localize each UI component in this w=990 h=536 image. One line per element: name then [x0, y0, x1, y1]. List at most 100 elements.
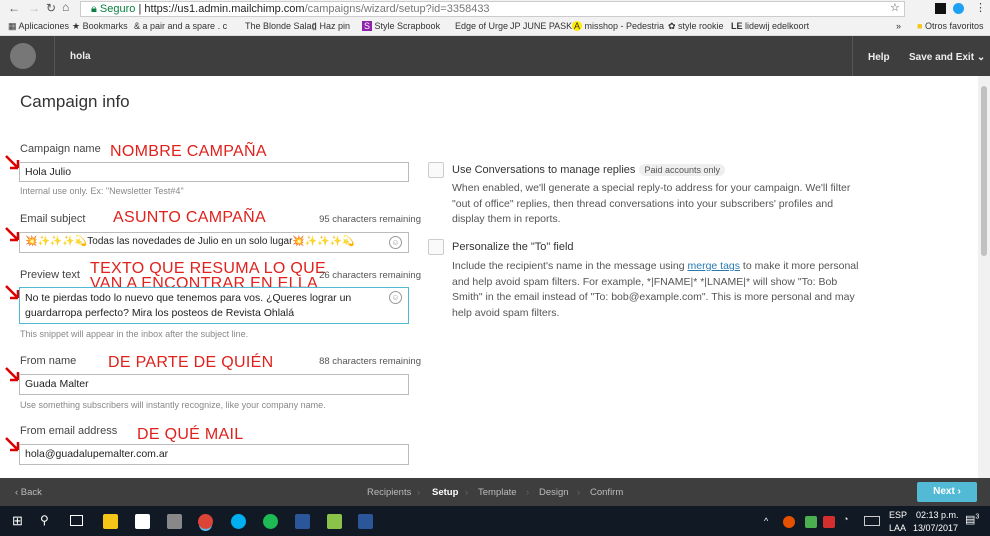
calculator-icon[interactable]: [167, 514, 182, 529]
skype-icon[interactable]: [231, 514, 246, 529]
bookmark-label: Otros favoritos: [924, 21, 984, 31]
next-button[interactable]: Next ›: [917, 482, 977, 502]
bookmark-label: Haz pin: [319, 21, 350, 31]
bookmark[interactable]: JP JUNE PASKI: [510, 21, 575, 31]
step-design[interactable]: Design: [539, 487, 569, 498]
bookmark-label: lidewij edelkoort: [745, 21, 810, 31]
bookmark-label: Bookmarks: [82, 21, 128, 31]
windows-taskbar: ⊞ ⚲ ^ ◔ ESP LAA 02:13 p.m. 13/07/2017 ▤3: [0, 506, 990, 536]
help-link[interactable]: Help: [868, 52, 890, 63]
step-recipients[interactable]: Recipients: [367, 487, 411, 498]
step-confirm[interactable]: Confirm: [590, 487, 623, 498]
annotation-subject: ASUNTO CAMPAÑA: [113, 209, 266, 226]
bookmark[interactable]: S Style Scrapbook: [362, 21, 440, 31]
back-button[interactable]: ‹ Back: [15, 487, 42, 498]
file-explorer-icon[interactable]: [103, 514, 118, 529]
antivirus-icon[interactable]: [823, 516, 835, 528]
bookmark[interactable]: LE lidewij edelkoort: [731, 21, 809, 31]
preview-text-label: Preview text: [20, 269, 80, 281]
lock-icon: 🔒︎: [91, 3, 100, 15]
address-bar[interactable]: 🔒︎ Seguro | https://us1.admin.mailchimp.…: [80, 1, 905, 17]
preview-remaining: 26 characters remaining: [319, 270, 421, 281]
personalize-description: Include the recipient's name in the mess…: [452, 259, 862, 321]
lang-code[interactable]: ESP: [889, 510, 907, 520]
campaign-name-help: Internal use only. Ex: "Newsletter Test#…: [20, 186, 184, 196]
search-icon[interactable]: ⚲: [40, 513, 49, 527]
email-subject-input[interactable]: 💥✨✨✨💫Todas las novedades de Julio en un …: [19, 232, 409, 253]
notification-count: 3: [975, 513, 980, 521]
scrollbar[interactable]: [978, 76, 990, 478]
mailchimp-logo[interactable]: [10, 43, 36, 69]
desc-text: Include the recipient's name in the mess…: [452, 260, 688, 272]
bookmark-label: The Blonde Salad: [245, 21, 317, 31]
save-exit-menu[interactable]: Save and Exit ⌄: [909, 52, 985, 63]
menu-icon[interactable]: ⋮: [975, 1, 986, 14]
skype-extension-icon[interactable]: [953, 3, 964, 14]
back-icon[interactable]: ←: [8, 1, 20, 15]
campaign-name-label: Campaign name: [20, 143, 101, 155]
bookmark[interactable]: ▦ Aplicaciones: [8, 21, 69, 32]
notifications-icon[interactable]: ▤3: [965, 513, 979, 526]
chevron-up-icon[interactable]: ^: [764, 516, 768, 526]
home-icon[interactable]: ⌂: [62, 0, 69, 14]
app-icon[interactable]: [327, 514, 342, 529]
bookmark[interactable]: Edge of Urge: [455, 21, 508, 31]
tray-icon[interactable]: [783, 516, 795, 528]
clock-date[interactable]: 13/07/2017: [913, 523, 958, 533]
bookmark[interactable]: A misshop - Pedestria: [572, 21, 664, 31]
step-setup[interactable]: Setup: [432, 487, 458, 498]
from-email-input[interactable]: hola@guadalupemalter.com.ar: [19, 444, 409, 465]
app-header: hola Help Save and Exit ⌄: [0, 36, 990, 76]
preview-text-input[interactable]: No te pierdas todo lo nuevo que tenemos …: [19, 287, 409, 324]
paid-badge: Paid accounts only: [639, 164, 725, 176]
emoji-picker-icon[interactable]: ☺: [389, 291, 402, 304]
from-name-help: Use something subscribers will instantly…: [20, 400, 326, 410]
keyboard-icon[interactable]: [864, 516, 880, 526]
conversations-label-text: Use Conversations to manage replies: [452, 164, 636, 176]
word-icon[interactable]: [358, 514, 373, 529]
star-icon[interactable]: ☆: [890, 1, 900, 14]
conversations-description: When enabled, we'll generate a special r…: [452, 182, 851, 225]
from-email-label: From email address: [20, 425, 118, 437]
store-icon[interactable]: [135, 514, 150, 529]
more-bookmarks[interactable]: »: [896, 21, 901, 31]
annotation-email: DE QUÉ MAIL: [137, 426, 244, 443]
secure-label: Seguro: [99, 3, 136, 15]
bookmark[interactable]: The Blonde Salad: [245, 21, 317, 31]
step-template[interactable]: Template: [478, 487, 517, 498]
emoji-picker-icon[interactable]: ☺: [389, 236, 402, 249]
merge-tags-link[interactable]: merge tags: [687, 260, 740, 272]
annotation-preview-1: TEXTO QUE RESUMA LO QUE: [90, 260, 326, 277]
annotation-from: DE PARTE DE QUIÉN: [108, 354, 274, 371]
bookmark[interactable]: ▯ Haz pin: [312, 21, 350, 32]
task-view-icon[interactable]: [70, 515, 83, 526]
bookmark[interactable]: & a pair and a spare . c: [134, 21, 227, 31]
subject-remaining: 95 characters remaining: [319, 214, 421, 225]
preview-text-help: This snippet will appear in the inbox af…: [20, 329, 249, 339]
word-icon[interactable]: [295, 514, 310, 529]
campaign-name-input[interactable]: Hola Julio: [19, 162, 409, 182]
divider: [852, 36, 853, 76]
wizard-footer: ‹ Back Recipients › Setup › Template › D…: [0, 478, 990, 506]
email-subject-label: Email subject: [20, 213, 86, 225]
chrome-icon[interactable]: [198, 514, 213, 529]
reload-icon[interactable]: ↻: [46, 1, 56, 15]
scrollbar-thumb[interactable]: [981, 86, 987, 256]
bookmark[interactable]: ✿ style rookie: [668, 21, 724, 32]
conversations-checkbox[interactable]: [428, 162, 444, 178]
extension-icon[interactable]: [935, 3, 946, 14]
tray-icon[interactable]: [805, 516, 817, 528]
personalize-checkbox[interactable]: [428, 239, 444, 255]
from-name-input[interactable]: Guada Malter: [19, 374, 409, 395]
url-path: /campaigns/wizard/setup?id=3358433: [304, 3, 490, 15]
other-bookmarks[interactable]: ■ Otros favoritos: [917, 21, 983, 31]
bookmark-label: misshop - Pedestria: [584, 21, 665, 31]
bookmark[interactable]: ★ Bookmarks: [72, 21, 128, 32]
wifi-icon[interactable]: ◔: [843, 514, 848, 524]
annotation-name: NOMBRE CAMPAÑA: [110, 143, 267, 160]
spotify-icon[interactable]: [263, 514, 278, 529]
windows-start-icon[interactable]: ⊞: [12, 513, 23, 529]
clock-time[interactable]: 02:13 p.m.: [916, 510, 959, 520]
lang-layout[interactable]: LAA: [889, 523, 906, 533]
forward-icon[interactable]: →: [28, 1, 40, 15]
